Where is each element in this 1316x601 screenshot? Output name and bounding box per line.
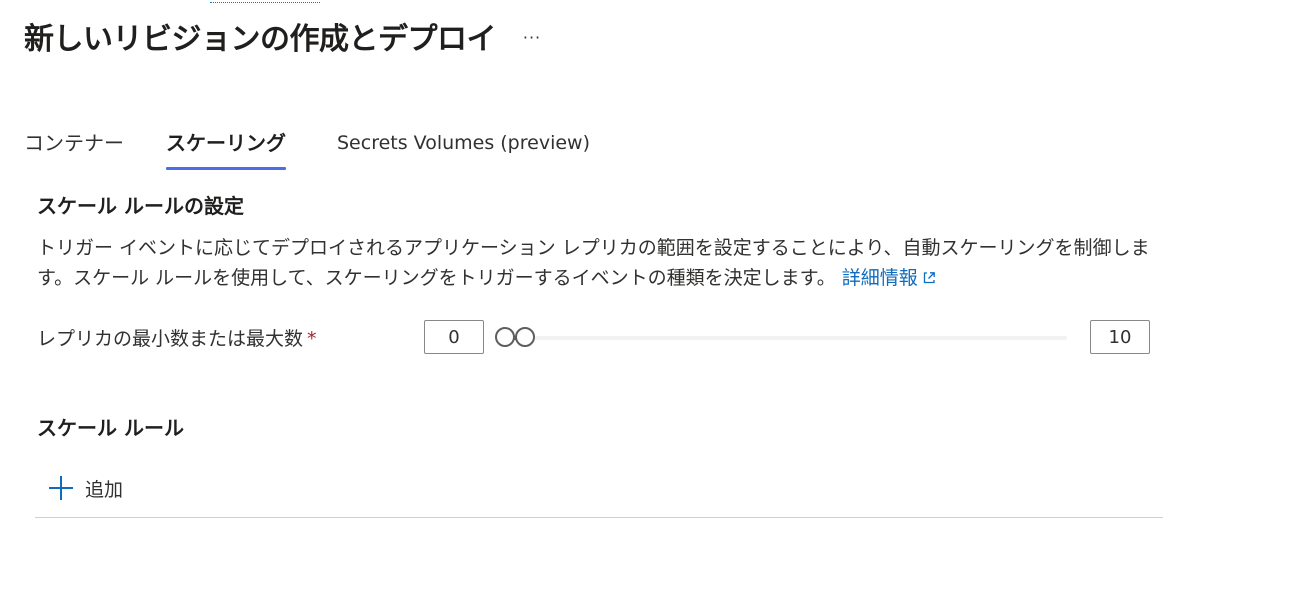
slider-max-thumb[interactable] xyxy=(515,327,535,347)
tab-container[interactable]: コンテナー xyxy=(24,124,124,170)
add-scale-rule-button[interactable]: 追加 xyxy=(48,472,123,504)
divider xyxy=(35,517,1163,518)
replica-count-label-text: レプリカの最小数または最大数 xyxy=(37,328,304,350)
more-options-button[interactable]: ··· xyxy=(516,22,548,54)
page-title: 新しいリビジョンの作成とデプロイ xyxy=(24,22,497,57)
replica-count-label: レプリカの最小数または最大数 * xyxy=(37,324,317,351)
learn-more-label: 詳細情報 xyxy=(841,267,918,289)
scale-rules-heading: スケール ルール xyxy=(37,416,184,440)
max-replicas-input[interactable] xyxy=(1090,320,1150,354)
required-indicator: * xyxy=(307,328,317,350)
slider-min-thumb[interactable] xyxy=(495,327,515,347)
min-replicas-input[interactable] xyxy=(424,320,484,354)
external-link-icon xyxy=(923,272,935,284)
breadcrumb-stub xyxy=(210,0,320,3)
tab-scaling[interactable]: スケーリング xyxy=(166,124,286,170)
scale-settings-heading: スケール ルールの設定 xyxy=(37,194,244,218)
plus-icon xyxy=(49,476,73,500)
slider-track xyxy=(495,336,1067,340)
description-text: トリガー イベントに応じてデプロイされるアプリケーション レプリカの範囲を設定す… xyxy=(37,237,1150,289)
scale-settings-description: トリガー イベントに応じてデプロイされるアプリケーション レプリカの範囲を設定す… xyxy=(37,233,1172,293)
replica-range-slider[interactable] xyxy=(495,322,1067,354)
tab-secrets-volumes[interactable]: Secrets Volumes (preview) xyxy=(337,124,590,170)
learn-more-link[interactable]: 詳細情報 xyxy=(842,267,936,289)
add-label: 追加 xyxy=(85,478,124,501)
page: 新しいリビジョンの作成とデプロイ ··· コンテナー スケーリング Secret… xyxy=(0,0,1316,601)
